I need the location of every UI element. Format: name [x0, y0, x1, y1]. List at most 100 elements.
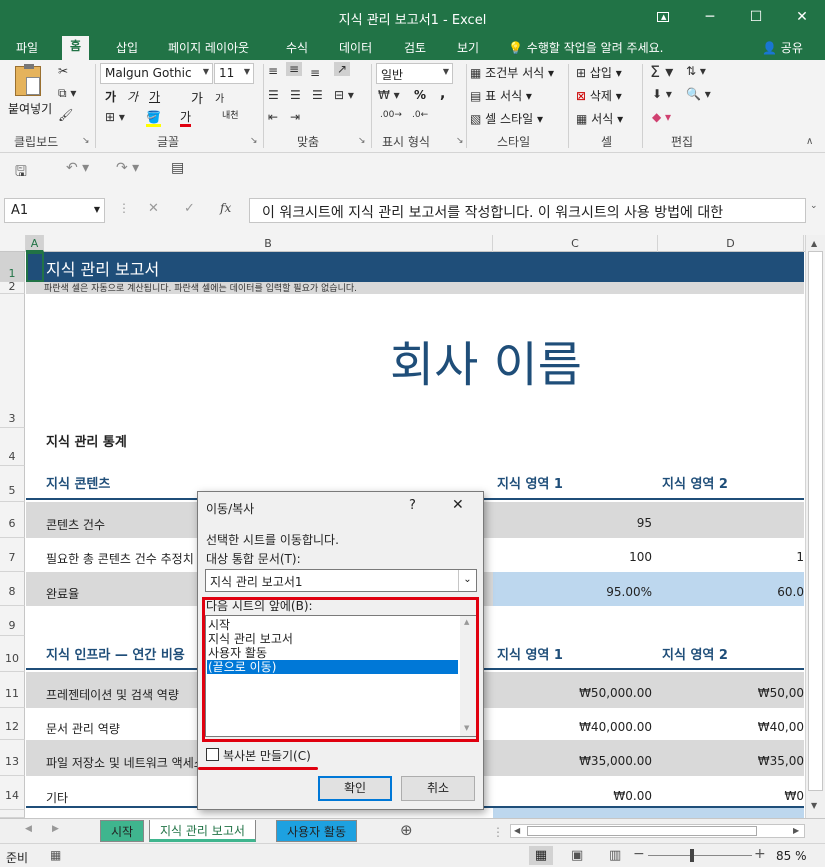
orientation-button[interactable]: ↗	[334, 62, 351, 76]
redo-icon[interactable]: ↷ ▾	[116, 160, 139, 176]
target-workbook-select[interactable]: 지식 관리 보고서1 ⌄	[205, 569, 477, 592]
ribbon-display-button[interactable]: ▲	[640, 0, 686, 34]
active-cell-a1[interactable]	[26, 252, 44, 282]
insert-function-button[interactable]: fx	[220, 201, 231, 215]
tab-formulas[interactable]: 수식	[278, 38, 316, 60]
autosum-button[interactable]: Σ ▾	[650, 62, 673, 81]
tab-file[interactable]: 파일	[8, 38, 46, 60]
fill-button[interactable]: ⬇ ▾	[652, 87, 672, 101]
row-header[interactable]: 3	[0, 294, 25, 428]
sort-filter-button[interactable]: ⇅ ▾	[686, 64, 706, 78]
row-header[interactable]: 13	[0, 740, 25, 776]
dialog-launcher-icon[interactable]: ↘	[358, 136, 366, 146]
zoom-slider[interactable]	[648, 855, 752, 856]
tab-home[interactable]: 홈	[62, 36, 90, 60]
grow-font-button[interactable]: 가	[191, 88, 203, 107]
row-header[interactable]: 1	[0, 252, 25, 282]
italic-button[interactable]: 가	[127, 88, 138, 105]
underline-button[interactable]: 가	[149, 88, 160, 105]
increase-decimal-button[interactable]: .00→	[380, 110, 402, 120]
share-button[interactable]: 👤 공유	[762, 38, 803, 58]
vertical-scrollbar[interactable]: ▲ ▼	[805, 235, 825, 818]
confirm-entry-icon[interactable]: ✓	[184, 201, 195, 216]
tab-review[interactable]: 검토	[396, 38, 434, 60]
align-middle-button[interactable]: ≡	[286, 62, 303, 76]
scroll-up-icon[interactable]: ▲	[811, 239, 817, 248]
sheet-tab-report[interactable]: 지식 관리 보고서	[149, 820, 256, 842]
normal-view-icon[interactable]: ▦	[529, 846, 553, 865]
bold-button[interactable]: 가	[105, 88, 116, 105]
paste-button[interactable]: 붙여넣기	[8, 64, 52, 124]
format-cells-button[interactable]: ▦ 서식 ▾	[576, 110, 623, 127]
format-painter-button[interactable]: 🖌	[58, 108, 73, 122]
zoom-level[interactable]: 85 %	[776, 849, 807, 863]
expand-formula-icon[interactable]: ⌄	[810, 201, 818, 211]
dialog-launcher-icon[interactable]: ↘	[250, 136, 258, 146]
tab-page-layout[interactable]: 페이지 레이아웃	[160, 38, 257, 60]
align-center-button[interactable]: ☰	[290, 88, 301, 102]
cell-styles-button[interactable]: ▧ 셀 스타일 ▾	[470, 110, 543, 127]
sheet-tab-start[interactable]: 시작	[100, 820, 145, 842]
find-select-button[interactable]: 🔍 ▾	[686, 87, 711, 101]
row-header[interactable]: 12	[0, 708, 25, 740]
dialog-launcher-icon[interactable]: ↘	[82, 136, 90, 146]
scroll-left-icon[interactable]: ◀	[514, 826, 520, 835]
decrease-indent-button[interactable]: ⇤	[268, 110, 278, 124]
row-header[interactable]: 9	[0, 606, 25, 636]
scroll-down-icon[interactable]: ▼	[811, 801, 817, 810]
merge-center-button[interactable]: ⊟ ▾	[334, 88, 354, 102]
font-name-combo[interactable]: Malgun Gothic ▼	[100, 63, 213, 84]
column-header-b[interactable]: B	[44, 235, 493, 252]
row-header[interactable]: 4	[0, 428, 25, 466]
formula-input[interactable]: 이 워크시트에 지식 관리 보고서를 작성합니다. 이 워크시트의 사용 방법에…	[249, 198, 806, 223]
close-button[interactable]: ✕	[779, 0, 825, 34]
maximize-button[interactable]: ☐	[733, 0, 779, 34]
zoom-slider-thumb[interactable]	[690, 849, 694, 862]
scrollbar-thumb[interactable]	[808, 251, 823, 791]
new-sheet-icon[interactable]: ⊕	[400, 821, 413, 839]
zoom-out-icon[interactable]: −	[633, 846, 645, 862]
decrease-decimal-button[interactable]: .0←	[412, 110, 428, 120]
dialog-close-button[interactable]: ✕	[452, 497, 464, 513]
select-all-corner[interactable]	[0, 235, 26, 252]
shrink-font-button[interactable]: 가	[215, 90, 224, 105]
cut-button[interactable]: ✂	[58, 64, 68, 78]
save-icon[interactable]: 🖫	[15, 161, 27, 185]
zoom-in-icon[interactable]: +	[754, 846, 766, 862]
accounting-format-button[interactable]: ₩ ▾	[378, 88, 400, 102]
column-header-d[interactable]: D	[658, 235, 804, 252]
prev-sheet-icon[interactable]: ◀	[25, 824, 32, 834]
clear-button[interactable]: ◆ ▾	[652, 110, 671, 124]
increase-indent-button[interactable]: ⇥	[290, 110, 300, 124]
tell-me-box[interactable]: 💡 수행할 작업을 알려 주세요.	[508, 38, 663, 58]
page-layout-view-icon[interactable]: ▣	[571, 848, 583, 863]
scroll-right-icon[interactable]: ▶	[793, 826, 799, 835]
cancel-button[interactable]: 취소	[401, 776, 475, 801]
page-break-view-icon[interactable]: ▥	[609, 848, 621, 863]
borders-button[interactable]: ⊞ ▾	[105, 110, 125, 124]
horizontal-scrollbar[interactable]: ◀ ▶	[510, 824, 805, 838]
ok-button[interactable]: 확인	[318, 776, 392, 801]
column-header-c[interactable]: C	[493, 235, 658, 252]
format-as-table-button[interactable]: ▤ 표 서식 ▾	[470, 87, 532, 104]
make-copy-label[interactable]: 복사본 만들기(C)	[223, 747, 311, 764]
row-header[interactable]: 2	[0, 281, 25, 294]
align-top-button[interactable]: ≡	[268, 64, 278, 78]
percent-button[interactable]: %	[414, 88, 426, 102]
sheet-tab-user-activity[interactable]: 사용자 활동	[276, 820, 358, 842]
tab-view[interactable]: 보기	[449, 38, 487, 60]
make-copy-checkbox[interactable]	[206, 748, 219, 761]
form-icon[interactable]: ▤	[171, 160, 184, 176]
number-format-combo[interactable]: 일반 ▼	[376, 63, 453, 84]
font-color-button[interactable]: 가	[180, 110, 192, 127]
comma-button[interactable]: ,	[440, 86, 445, 102]
tab-insert[interactable]: 삽입	[108, 38, 146, 60]
align-left-button[interactable]: ☰	[268, 88, 279, 102]
scrollbar-thumb[interactable]	[527, 826, 757, 836]
fill-color-button[interactable]: 🪣	[146, 110, 161, 127]
align-bottom-button[interactable]: ≡	[310, 66, 320, 80]
phonetic-button[interactable]: 내천	[222, 108, 239, 121]
help-button[interactable]: ?	[409, 498, 416, 513]
row-header[interactable]: 7	[0, 538, 25, 572]
conditional-format-button[interactable]: ▦ 조건부 서식 ▾	[470, 64, 554, 81]
